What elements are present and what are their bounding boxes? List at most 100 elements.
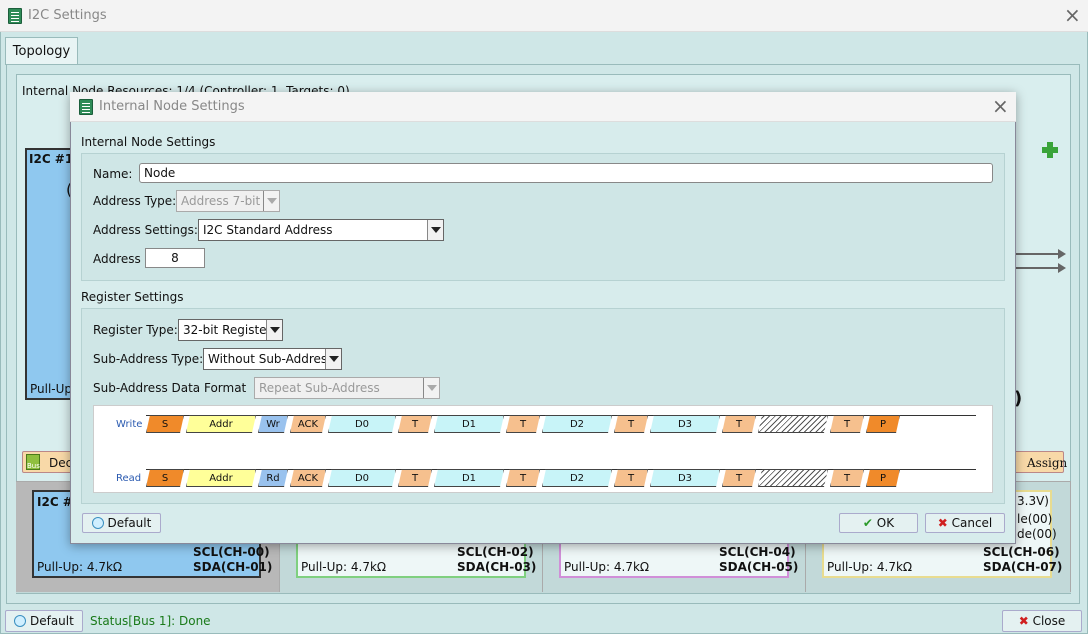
read-segment-7: T [506,469,540,487]
read-segment-11: T [722,469,756,487]
window-titlebar: I2C Settings × [0,0,1088,32]
subaddr-type-label: Sub-Address Type: [93,352,204,366]
write-segment-11: T [722,415,756,433]
dialog-title: Internal Node Settings [99,99,245,114]
write-segment-1: Addr [186,415,256,433]
write-segment-12 [758,415,828,433]
app-icon [8,8,22,24]
address-type-value: Address 7-bit [181,194,261,208]
name-label: Name: [93,167,133,181]
read-segment-3: ACK [290,469,326,487]
subaddr-format-label: Sub-Address Data Format [93,381,247,395]
read-segment-14: P [866,469,900,487]
write-segment-0: S [146,415,184,433]
assign-button[interactable]: Assign [1014,451,1068,473]
check-icon: ✔ [862,516,873,530]
read-row: S Addr Rd ACK D0 T D1 T D2 T D3 T T P [94,469,992,489]
register-type-select[interactable]: 32-bit Register [178,319,283,341]
slot1-scl: SCL(CH-00) [193,545,270,559]
read-segment-12 [758,469,828,487]
window-title: I2C Settings [28,8,107,23]
address-settings-label: Address Settings: [93,223,198,237]
slot1-pullup: Pull-Up: 4.7kΩ [37,560,123,574]
slot1-sda: SDA(CH-01) [193,560,273,574]
register-type-label: Register Type: [93,323,178,337]
chevron-down-icon [266,320,282,340]
address-type-label: Address Type: [93,194,177,208]
write-row: S Addr Wr ACK D0 T D1 T D2 T D3 T T P [94,415,992,435]
dialog-default-label: Default [107,516,152,530]
dialog-close-button[interactable]: × [992,96,1009,116]
register-type-value: 32-bit Register [183,323,272,337]
slot2-pullup: Pull-Up: 4.7kΩ [301,560,387,574]
write-segment-7: T [506,415,540,433]
address-input[interactable]: 8 [145,248,205,268]
write-segment-13: T [830,415,864,433]
read-segment-0: S [146,469,184,487]
read-segment-4: D0 [328,469,396,487]
write-segment-2: Wr [258,415,288,433]
write-segment-9: T [614,415,648,433]
window-close-button[interactable]: × [1064,5,1081,25]
subaddr-format-select[interactable]: Repeat Sub-Address [254,377,440,399]
bus-arrows-icon [1014,249,1066,273]
dialog-app-icon [79,99,93,115]
read-segment-13: T [830,469,864,487]
footer-close-label: Close [1032,614,1066,628]
subaddr-type-select[interactable]: Without Sub-Address [203,348,342,370]
bus-icon: Bus [26,454,40,470]
default-radio-icon [14,615,27,627]
read-segment-10: D3 [650,469,720,487]
name-input[interactable]: Node [139,163,993,183]
dialog-default-button[interactable]: Default [82,513,161,533]
footer-close-button[interactable]: ✖ Close [1002,610,1082,632]
status-text: Status[Bus 1]: Done [90,614,211,628]
address-settings-select[interactable]: I2C Standard Address [198,219,444,241]
assign-label: Assign [1027,456,1068,470]
write-segment-6: D1 [434,415,504,433]
chevron-down-icon [423,378,439,398]
slot2-sda: SDA(CH-03) [457,560,537,574]
bus1-label: I2C #1 [29,152,74,166]
add-icon[interactable] [1042,142,1058,158]
write-segment-4: D0 [328,415,396,433]
slot4-sda: SDA(CH-07) [983,560,1063,574]
read-segment-2: Rd [258,469,288,487]
write-segment-5: T [398,415,432,433]
cancel-button[interactable]: ✖ Cancel [925,513,1005,533]
chevron-down-icon [427,220,443,240]
close-x-icon: ✖ [1018,614,1029,628]
slot2-scl: SCL(CH-02) [457,545,534,559]
cancel-label: Cancel [951,516,993,530]
read-segment-6: D1 [434,469,504,487]
write-segment-10: D3 [650,415,720,433]
bus1-pullup: Pull-Up [30,382,73,396]
section-internal-node: Internal Node Settings [81,135,216,149]
ok-button[interactable]: ✔ OK [839,513,918,533]
slot4-frag1: 3.3V) [1017,494,1049,508]
footer-default-label: Default [29,614,74,628]
slot4-pullup: Pull-Up: 4.7kΩ [827,560,913,574]
footer-default-button[interactable]: Default [5,610,83,632]
tab-topology[interactable]: Topology [5,37,78,65]
write-segment-8: D2 [542,415,612,433]
slot3-sda: SDA(CH-05) [719,560,799,574]
slot3-pullup: Pull-Up: 4.7kΩ [564,560,650,574]
address-type-select[interactable]: Address 7-bit [176,190,280,212]
address-label: Address [93,252,141,266]
slot3-scl: SCL(CH-04) [719,545,796,559]
slot4-frag2: le(00) [1017,512,1053,526]
read-segment-1: Addr [186,469,256,487]
slot4-frag3: de(00) [1017,527,1057,541]
slot4-scl: SCL(CH-06) [983,545,1060,559]
read-segment-8: D2 [542,469,612,487]
chevron-down-icon [325,349,341,369]
read-segment-9: T [614,469,648,487]
section-register: Register Settings [81,290,184,304]
timing-diagram: Write Read S Addr Wr ACK D0 T D1 T D2 T D3 T T P S Add… [93,405,993,493]
default-radio-icon [91,517,104,529]
write-segment-14: P [866,415,900,433]
subaddr-format-value: Repeat Sub-Address [259,381,380,395]
decode-button[interactable]: Bus Deco [22,451,80,473]
cancel-x-icon: ✖ [937,516,948,530]
